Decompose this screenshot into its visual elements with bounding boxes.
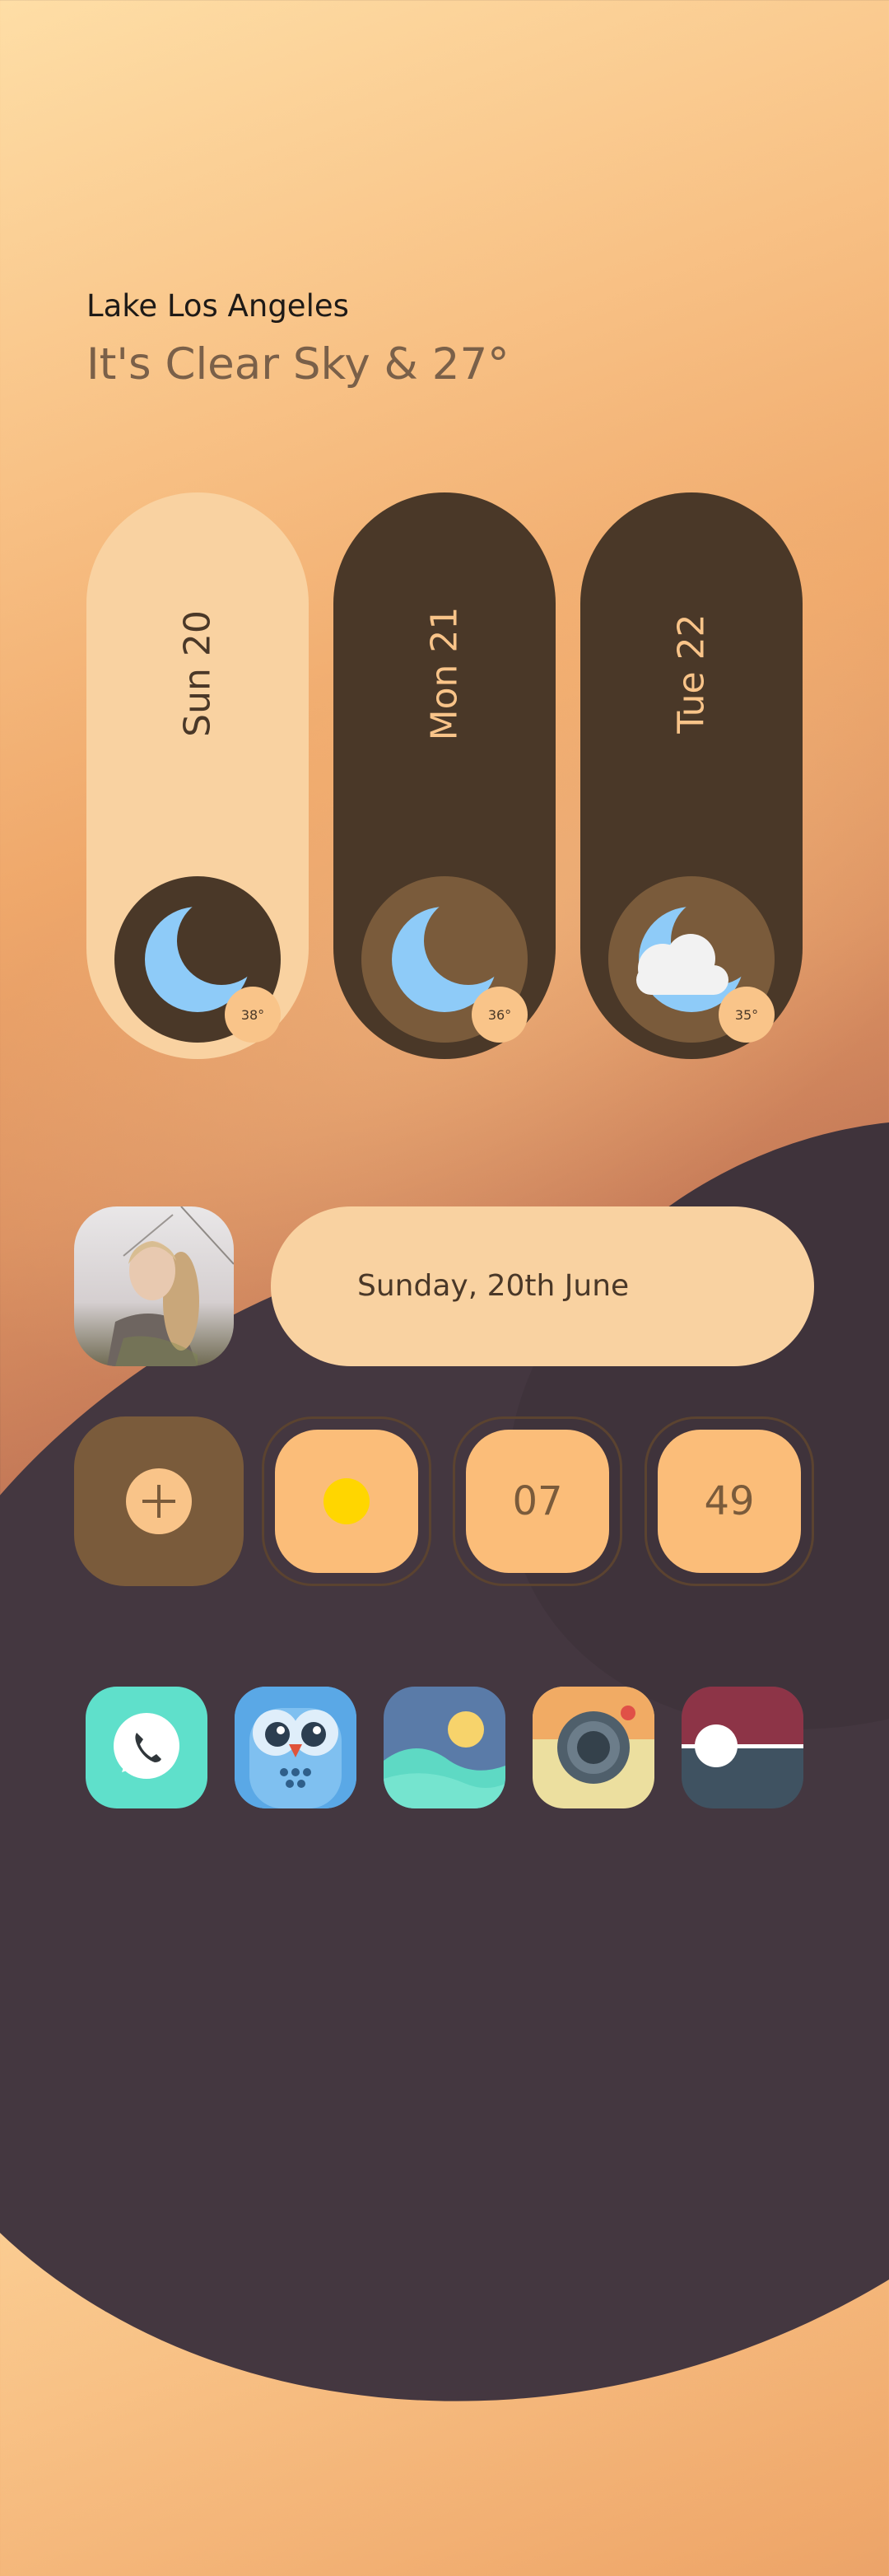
forecast-card-sun[interactable]: Sun 20 38° [86, 492, 309, 1059]
gallery-app-icon[interactable] [384, 1687, 505, 1808]
date-text: Sunday, 20th June [357, 1269, 630, 1303]
weather-headline[interactable]: It's Clear Sky & 27° [86, 339, 510, 390]
clock-minute-tile[interactable]: 49 [645, 1416, 814, 1586]
phone-app-icon[interactable] [86, 1687, 207, 1808]
portrait-image [107, 1206, 234, 1366]
forecast-day-label: Tue 22 [670, 614, 713, 734]
forecast-card-tue[interactable]: Tue 22 35° [580, 492, 803, 1059]
sun-tile[interactable] [262, 1416, 431, 1586]
camera-app-icon[interactable] [533, 1687, 654, 1808]
clock-hour-face: 07 [466, 1430, 609, 1573]
photo-widget[interactable] [74, 1206, 234, 1366]
forecast-temp-badge: 38° [225, 987, 281, 1043]
clock-minute: 49 [704, 1478, 755, 1524]
toggle-app-icon[interactable] [682, 1687, 803, 1808]
clock-hour: 07 [512, 1478, 563, 1524]
forecast-day-label: Sun 20 [176, 610, 219, 737]
forecast-temp-badge: 36° [472, 987, 528, 1043]
date-widget[interactable]: Sunday, 20th June [271, 1206, 814, 1366]
owl-app-icon[interactable] [235, 1687, 356, 1808]
sun-icon [323, 1478, 370, 1524]
add-widget-button[interactable] [74, 1416, 244, 1586]
clock-hour-tile[interactable]: 07 [453, 1416, 622, 1586]
clock-minute-face: 49 [658, 1430, 801, 1573]
sun-tile-face [275, 1430, 418, 1573]
plus-icon [126, 1468, 192, 1534]
forecast-day-label: Mon 21 [423, 606, 466, 741]
forecast-temp-badge: 35° [719, 987, 775, 1043]
forecast-card-mon[interactable]: Mon 21 36° [333, 492, 556, 1059]
weather-location[interactable]: Lake Los Angeles [86, 288, 349, 324]
